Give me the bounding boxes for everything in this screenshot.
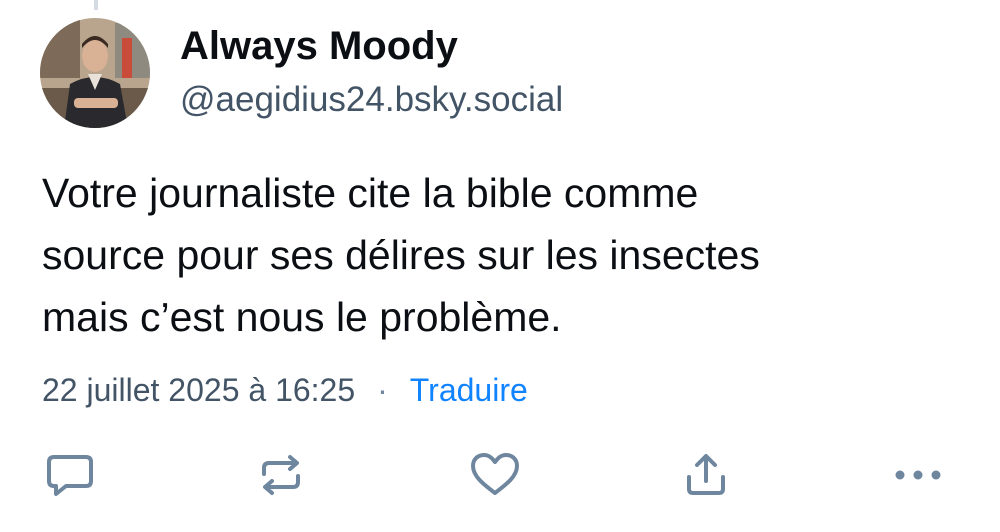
heart-icon <box>471 453 519 495</box>
author-display-name[interactable]: Always Moody <box>180 24 458 69</box>
meta-separator: · <box>377 372 388 408</box>
repost-button[interactable] <box>255 450 307 500</box>
post-text-line: Votre journaliste cite la bible comme <box>42 170 699 216</box>
thread-connector-line <box>94 0 98 10</box>
avatar[interactable] <box>40 18 150 128</box>
speech-bubble-icon <box>47 455 93 496</box>
reply-button[interactable] <box>44 450 96 500</box>
translate-link[interactable]: Traduire <box>410 372 528 409</box>
post-text-line: mais c’est nous le problème. <box>42 294 562 340</box>
avatar-photo-icon <box>40 18 150 128</box>
more-options-button[interactable] <box>890 450 946 500</box>
post-text: Votre journaliste cite la bible comme so… <box>42 162 962 348</box>
repost-arrows-icon <box>262 455 300 495</box>
post-card: Always Moody @aegidius24.bsky.social Vot… <box>0 0 1000 532</box>
post-text-line: source pour ses délires sur les insectes <box>42 232 760 278</box>
share-upload-icon <box>687 454 725 495</box>
ellipsis-icon <box>895 470 941 480</box>
post-timestamp: 22 juillet 2025 à 16:25 <box>42 372 356 408</box>
action-bar <box>0 450 1000 500</box>
like-button[interactable] <box>468 450 522 500</box>
author-handle[interactable]: @aegidius24.bsky.social <box>180 80 563 120</box>
post-meta: 22 juillet 2025 à 16:25 · Traduire <box>42 372 528 409</box>
share-button[interactable] <box>680 450 732 500</box>
